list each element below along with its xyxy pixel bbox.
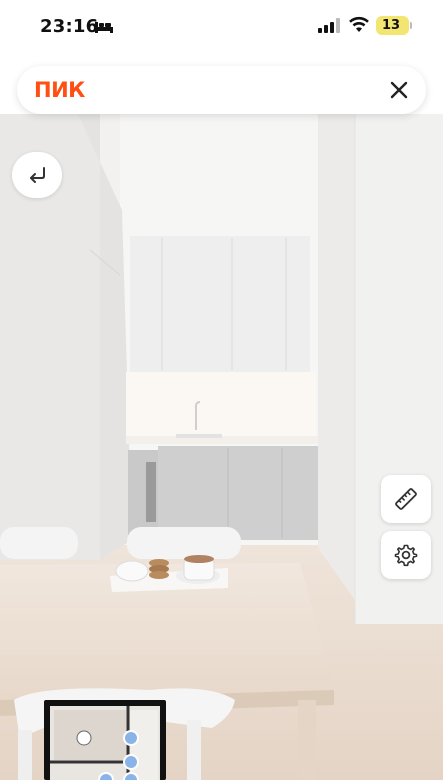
settings-button[interactable] (381, 531, 431, 579)
battery-tip (410, 22, 412, 29)
return-arrow-icon (30, 167, 45, 183)
battery-icon: 13 (376, 16, 409, 35)
status-time: 23:16 (40, 16, 99, 37)
pik-logo[interactable]: ПИК (34, 78, 85, 102)
signal-icon (318, 18, 340, 33)
room-3d-view[interactable] (0, 114, 443, 780)
header-bar: ПИК (17, 66, 426, 114)
room-render (0, 114, 443, 780)
floor-plan-minimap[interactable] (44, 700, 166, 780)
status-bar: 23:16 13 (0, 0, 443, 56)
ruler-button[interactable] (381, 475, 431, 523)
close-icon[interactable] (383, 74, 415, 106)
battery-level: 13 (381, 18, 401, 33)
bed-icon (95, 22, 113, 33)
gear-icon (394, 544, 418, 567)
wifi-icon (349, 16, 369, 32)
minimap-plan (50, 706, 160, 780)
back-button[interactable] (12, 152, 62, 198)
ruler-icon (395, 488, 417, 510)
